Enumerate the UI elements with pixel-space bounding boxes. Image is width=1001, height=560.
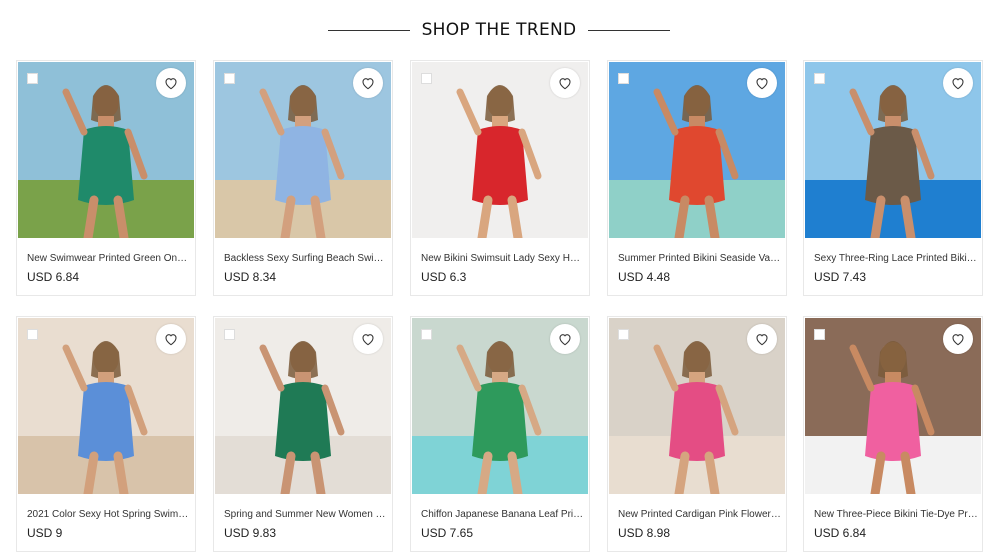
- product-card[interactable]: 2021 Color Sexy Hot Spring Swimsuit One-…: [16, 316, 196, 552]
- product-name[interactable]: Sexy Three-Ring Lace Printed Bikini Set: [814, 253, 978, 264]
- product-price: USD 7.43: [814, 270, 867, 284]
- checkbox-icon[interactable]: [224, 329, 235, 340]
- product-card[interactable]: New Printed Cardigan Pink Flower Long Co…: [607, 316, 787, 552]
- product-price: USD 9.83: [224, 526, 277, 540]
- checkbox-icon[interactable]: [618, 329, 629, 340]
- heart-icon: [557, 331, 573, 347]
- product-name[interactable]: New Three-Piece Bikini Tie-Dye Printed S…: [814, 509, 978, 520]
- favorite-button[interactable]: [353, 68, 383, 98]
- header-divider-left: [328, 30, 410, 31]
- heart-icon: [163, 331, 179, 347]
- product-price: USD 7.65: [421, 526, 474, 540]
- checkbox-icon[interactable]: [814, 329, 825, 340]
- heart-icon: [754, 331, 770, 347]
- product-card[interactable]: New Bikini Swimsuit Lady Sexy Hollow One…: [410, 60, 590, 296]
- favorite-button[interactable]: [943, 324, 973, 354]
- favorite-button[interactable]: [747, 324, 777, 354]
- product-name[interactable]: New Swimwear Printed Green One-Piece Swi…: [27, 253, 191, 264]
- header-divider-right: [588, 30, 670, 31]
- product-name[interactable]: Spring and Summer New Women Long Dress: [224, 509, 388, 520]
- product-card[interactable]: Spring and Summer New Women Long Dress US…: [213, 316, 393, 552]
- checkbox-icon[interactable]: [814, 73, 825, 84]
- product-name[interactable]: Backless Sexy Surfing Beach Swimsuit: [224, 253, 388, 264]
- product-name[interactable]: New Printed Cardigan Pink Flower Long Co…: [618, 509, 782, 520]
- favorite-button[interactable]: [156, 324, 186, 354]
- checkbox-icon[interactable]: [224, 73, 235, 84]
- checkbox-icon[interactable]: [27, 329, 38, 340]
- heart-icon: [754, 75, 770, 91]
- product-name[interactable]: 2021 Color Sexy Hot Spring Swimsuit One-…: [27, 509, 191, 520]
- product-card[interactable]: Backless Sexy Surfing Beach Swimsuit USD …: [213, 60, 393, 296]
- heart-icon: [360, 331, 376, 347]
- heart-icon: [950, 75, 966, 91]
- favorite-button[interactable]: [747, 68, 777, 98]
- product-price: USD 6.84: [27, 270, 80, 284]
- favorite-button[interactable]: [943, 68, 973, 98]
- product-price: USD 9: [27, 526, 63, 540]
- heart-icon: [360, 75, 376, 91]
- heart-icon: [950, 331, 966, 347]
- product-name[interactable]: Chiffon Japanese Banana Leaf Printed Car…: [421, 509, 585, 520]
- product-name[interactable]: Summer Printed Bikini Seaside Vacation S…: [618, 253, 782, 264]
- product-price: USD 4.48: [618, 270, 671, 284]
- product-card[interactable]: New Swimwear Printed Green One-Piece Swi…: [16, 60, 196, 296]
- favorite-button[interactable]: [550, 68, 580, 98]
- checkbox-icon[interactable]: [421, 329, 432, 340]
- product-card[interactable]: Sexy Three-Ring Lace Printed Bikini Set U…: [803, 60, 983, 296]
- checkbox-icon[interactable]: [618, 73, 629, 84]
- product-name[interactable]: New Bikini Swimsuit Lady Sexy Hollow One…: [421, 253, 585, 264]
- heart-icon: [163, 75, 179, 91]
- product-card[interactable]: Summer Printed Bikini Seaside Vacation S…: [607, 60, 787, 296]
- favorite-button[interactable]: [550, 324, 580, 354]
- product-price: USD 6.84: [814, 526, 867, 540]
- product-price: USD 8.98: [618, 526, 671, 540]
- product-price: USD 8.34: [224, 270, 277, 284]
- checkbox-icon[interactable]: [421, 73, 432, 84]
- heart-icon: [557, 75, 573, 91]
- favorite-button[interactable]: [353, 324, 383, 354]
- section-header: SHOP THE TREND: [0, 0, 1001, 60]
- favorite-button[interactable]: [156, 68, 186, 98]
- section-title: SHOP THE TREND: [421, 20, 577, 40]
- product-price: USD 6.3: [421, 270, 467, 284]
- checkbox-icon[interactable]: [27, 73, 38, 84]
- product-card[interactable]: New Three-Piece Bikini Tie-Dye Printed S…: [803, 316, 983, 552]
- product-card[interactable]: Chiffon Japanese Banana Leaf Printed Car…: [410, 316, 590, 552]
